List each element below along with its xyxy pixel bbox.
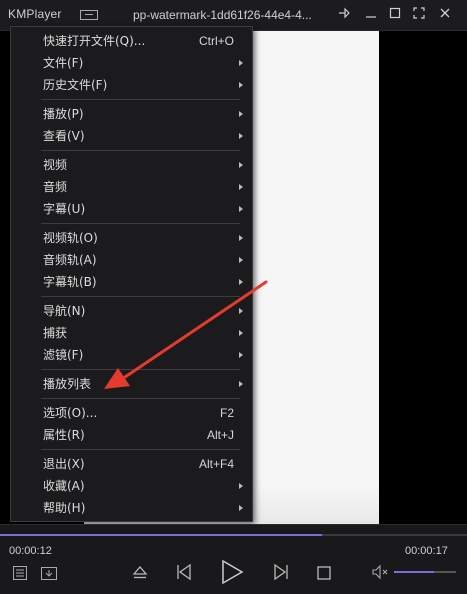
menu-item[interactable]: 历史文件(F)	[11, 74, 252, 96]
menu-item-label: 捕获	[43, 326, 68, 340]
menu-item-label: 视频轨(O)	[43, 231, 98, 245]
menu-item-label: 文件(F)	[43, 56, 84, 70]
menu-item-label: 快速打开文件(Q)...	[43, 34, 146, 48]
menu-item[interactable]: 字幕轨(B)	[11, 271, 252, 293]
submenu-arrow-icon	[239, 60, 243, 66]
menu-item-label: 视频	[43, 158, 68, 172]
menu-separator	[41, 449, 240, 450]
menu-item-label: 历史文件(F)	[43, 78, 108, 92]
total-time: 00:00:17	[405, 545, 448, 557]
submenu-arrow-icon	[239, 505, 243, 511]
volume-slider[interactable]	[394, 571, 456, 573]
menu-item-shortcut: Alt+J	[206, 428, 234, 442]
menu-item[interactable]: 属性(R) Alt+J	[11, 424, 252, 446]
fullscreen-icon[interactable]	[411, 6, 427, 22]
menu-separator	[41, 296, 240, 297]
submenu-arrow-icon	[239, 111, 243, 117]
stop-icon[interactable]	[316, 565, 332, 585]
menu-item[interactable]: 导航(N)	[11, 300, 252, 322]
menu-item-label: 滤镜(F)	[43, 348, 84, 362]
menu-item[interactable]: 选项(O)... F2	[11, 402, 252, 424]
menu-item-label: 收藏(A)	[43, 479, 85, 493]
submenu-arrow-icon	[239, 257, 243, 263]
submenu-arrow-icon	[239, 162, 243, 168]
volume-level	[394, 571, 435, 573]
menu-item[interactable]: 音频	[11, 176, 252, 198]
menu-item-label: 帮助(H)	[43, 501, 86, 515]
menu-item-label: 字幕轨(B)	[43, 275, 97, 289]
menu-item-label: 查看(V)	[43, 129, 85, 143]
menu-item-label: 播放列表	[43, 377, 92, 391]
menu-item-label: 字幕(U)	[43, 202, 86, 216]
submenu-arrow-icon	[239, 235, 243, 241]
menu-item[interactable]: 捕获	[11, 322, 252, 344]
pin-icon[interactable]	[336, 6, 352, 22]
eject-icon[interactable]	[131, 563, 149, 585]
menu-separator	[41, 369, 240, 370]
menu-item-label: 属性(R)	[43, 428, 85, 442]
menu-item[interactable]: 退出(X) Alt+F4	[11, 453, 252, 475]
menu-item-shortcut: F2	[219, 406, 234, 420]
menu-item[interactable]: 字幕(U)	[11, 198, 252, 220]
menu-item[interactable]: 播放列表	[11, 373, 252, 395]
menu-item[interactable]: 音频轨(A)	[11, 249, 252, 271]
menu-separator	[41, 223, 240, 224]
submenu-arrow-icon	[239, 279, 243, 285]
submenu-arrow-icon	[239, 308, 243, 314]
menu-toggle-icon[interactable]	[80, 10, 98, 20]
menu-item[interactable]: 快速打开文件(Q)... Ctrl+O	[11, 30, 252, 52]
close-icon[interactable]	[437, 6, 453, 22]
open-folder-icon[interactable]	[40, 565, 58, 585]
menu-item-label: 音频轨(A)	[43, 253, 97, 267]
menu-item[interactable]: 帮助(H)	[11, 497, 252, 519]
window-title: pp-watermark-1dd61f26-44e4-4...	[133, 8, 312, 22]
menu-item[interactable]: 文件(F)	[11, 52, 252, 74]
menu-item-label: 选项(O)...	[43, 406, 98, 420]
submenu-arrow-icon	[239, 184, 243, 190]
menu-separator	[41, 398, 240, 399]
app-logo[interactable]: KMPlayer	[8, 7, 62, 21]
submenu-arrow-icon	[239, 82, 243, 88]
next-icon[interactable]	[271, 562, 291, 586]
menu-item[interactable]: 查看(V)	[11, 125, 252, 147]
mute-icon[interactable]	[371, 564, 391, 584]
previous-icon[interactable]	[174, 562, 194, 586]
menu-item[interactable]: 视频轨(O)	[11, 227, 252, 249]
menu-separator	[41, 150, 240, 151]
play-icon[interactable]	[218, 558, 246, 590]
current-time: 00:00:12	[9, 545, 52, 557]
submenu-arrow-icon	[239, 206, 243, 212]
menu-item-label: 播放(P)	[43, 107, 84, 121]
submenu-arrow-icon	[239, 483, 243, 489]
menu-item[interactable]: 视频	[11, 154, 252, 176]
control-bar: 00:00:12 00:00:17	[0, 524, 467, 594]
menu-item[interactable]: 播放(P)	[11, 103, 252, 125]
seek-progress	[0, 534, 323, 536]
submenu-arrow-icon	[239, 381, 243, 387]
submenu-arrow-icon	[239, 352, 243, 358]
minimize-icon[interactable]	[363, 6, 379, 22]
submenu-arrow-icon	[239, 133, 243, 139]
maximize-icon[interactable]	[387, 6, 403, 22]
menu-item-label: 音频	[43, 180, 68, 194]
seek-bar[interactable]	[0, 534, 467, 536]
menu-item-label: 导航(N)	[43, 304, 86, 318]
menu-item-shortcut: Ctrl+O	[198, 34, 234, 48]
menu-item-label: 退出(X)	[43, 457, 85, 471]
menu-item-shortcut: Alt+F4	[198, 457, 234, 471]
context-menu: 快速打开文件(Q)... Ctrl+O 文件(F) 历史文件(F) 播放(P) 查看(V)…	[10, 26, 253, 522]
menu-item[interactable]: 收藏(A)	[11, 475, 252, 497]
playlist-icon[interactable]	[12, 565, 28, 585]
menu-item[interactable]: 滤镜(F)	[11, 344, 252, 366]
submenu-arrow-icon	[239, 330, 243, 336]
menu-separator	[41, 99, 240, 100]
